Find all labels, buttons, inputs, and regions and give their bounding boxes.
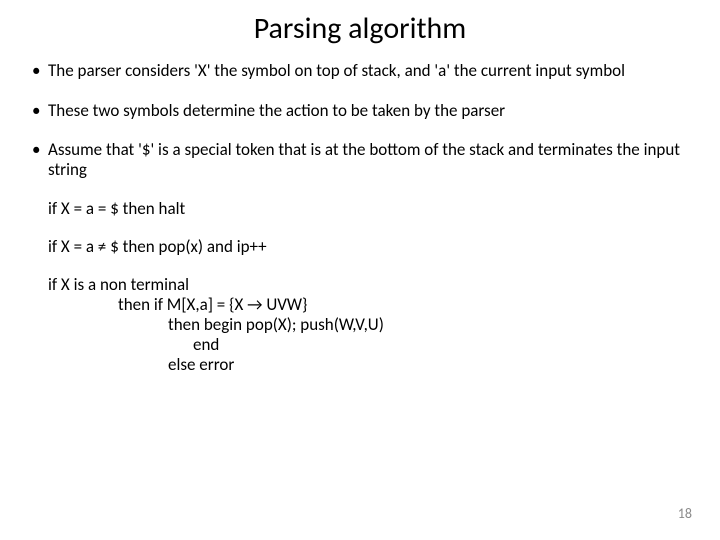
code-line: if X = a ≠ $ then pop(x) and ip++ (48, 237, 692, 257)
slide: Parsing algorithm The parser considers '… (0, 0, 720, 540)
code-line: then begin pop(X); push(W,V,U) (48, 315, 692, 335)
slide-title: Parsing algorithm (28, 10, 692, 47)
bullet-item: The parser considers 'X' the symbol on t… (28, 61, 692, 81)
code-line: if X is a non terminal (48, 275, 692, 295)
code-line: if X = a = $ then halt (48, 199, 692, 219)
page-number: 18 (678, 505, 692, 522)
code-line: end (48, 335, 692, 355)
pseudocode-block: if X = a = $ then halt if X = a ≠ $ then… (28, 199, 692, 375)
code-line: then if M[X,a] = {X → UVW} (48, 295, 692, 315)
bullet-list: The parser considers 'X' the symbol on t… (28, 61, 692, 179)
code-line: else error (48, 355, 692, 375)
bullet-item: Assume that '$' is a special token that … (28, 140, 692, 179)
bullet-item: These two symbols determine the action t… (28, 101, 692, 121)
